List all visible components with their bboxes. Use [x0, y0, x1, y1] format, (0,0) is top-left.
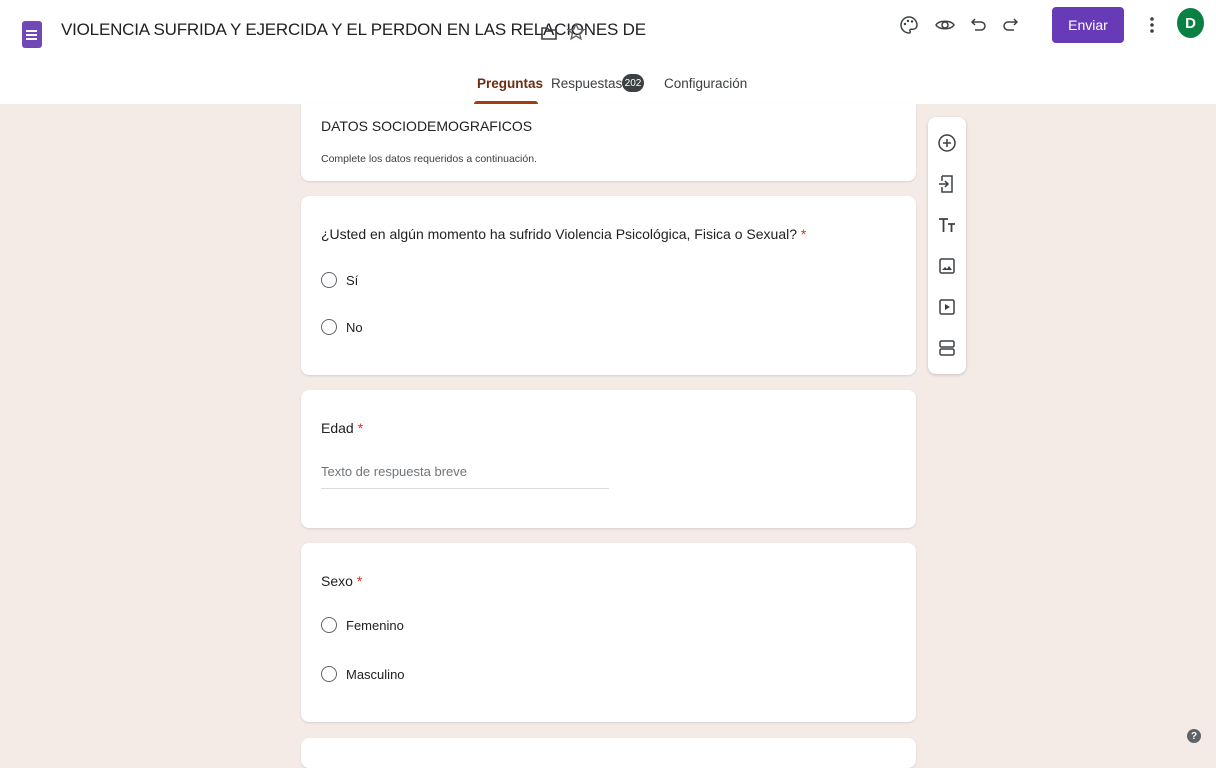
add-question-icon[interactable]	[936, 132, 958, 154]
question-text: ¿Usted en algún momento ha sufrido Viole…	[321, 226, 797, 242]
form-title[interactable]: VIOLENCIA SUFRIDA Y EJERCIDA Y EL PERDON…	[61, 20, 646, 40]
option-si[interactable]: Sí	[321, 272, 358, 288]
option-label: Femenino	[346, 617, 404, 633]
option-label: Masculino	[346, 666, 405, 682]
radio-button[interactable]	[321, 272, 337, 288]
option-femenino[interactable]: Femenino	[321, 617, 404, 633]
add-section-icon[interactable]	[936, 337, 958, 359]
add-image-icon[interactable]	[936, 255, 958, 277]
question-title: ¿Usted en algún momento ha sufrido Viole…	[321, 226, 806, 242]
import-questions-icon[interactable]	[936, 173, 958, 195]
palette-icon[interactable]	[898, 14, 920, 36]
option-no[interactable]: No	[321, 319, 363, 335]
option-masculino[interactable]: Masculino	[321, 666, 405, 682]
question-toolbar	[928, 117, 966, 374]
add-title-icon[interactable]	[936, 214, 958, 236]
question-card[interactable]: Edad * Texto de respuesta breve	[301, 390, 916, 528]
more-vert-icon[interactable]	[1146, 12, 1158, 38]
tab-settings[interactable]: Configuración	[664, 76, 747, 91]
add-video-icon[interactable]	[936, 296, 958, 318]
undo-icon[interactable]	[967, 14, 989, 36]
section-description: Complete los datos requeridos a continua…	[321, 153, 537, 165]
star-icon[interactable]	[566, 22, 586, 42]
question-card[interactable]: Sexo * Femenino Masculino	[301, 543, 916, 722]
section-title: DATOS SOCIODEMOGRAFICOS	[321, 118, 533, 134]
radio-button[interactable]	[321, 666, 337, 682]
question-card[interactable]: ¿Usted en algún momento ha sufrido Viole…	[301, 196, 916, 375]
tab-responses[interactable]: Respuestas	[551, 76, 622, 91]
folder-icon[interactable]	[540, 24, 558, 42]
radio-button[interactable]	[321, 617, 337, 633]
redo-icon[interactable]	[1000, 14, 1022, 36]
required-asterisk: *	[800, 226, 807, 242]
responses-count-badge: 202	[622, 74, 644, 92]
avatar[interactable]: D	[1177, 8, 1204, 38]
tab-bar: Preguntas Respuestas 202 Configuración	[0, 72, 1216, 104]
required-asterisk: *	[357, 420, 364, 436]
short-answer-field[interactable]: Texto de respuesta breve	[321, 464, 609, 489]
option-label: No	[346, 319, 363, 335]
question-card[interactable]	[301, 738, 916, 768]
tab-questions[interactable]: Preguntas	[477, 76, 543, 91]
question-text: Edad	[321, 420, 354, 436]
radio-button[interactable]	[321, 319, 337, 335]
question-title: Sexo *	[321, 573, 362, 589]
help-icon[interactable]: ?	[1187, 729, 1201, 743]
preview-eye-icon[interactable]	[934, 14, 956, 36]
forms-app-icon[interactable]	[22, 21, 42, 48]
option-label: Sí	[346, 272, 359, 288]
question-text: Sexo	[321, 573, 353, 589]
required-asterisk: *	[356, 573, 363, 589]
question-title: Edad *	[321, 420, 363, 436]
top-bar: VIOLENCIA SUFRIDA Y EJERCIDA Y EL PERDON…	[0, 0, 1216, 104]
section-header-card[interactable]: DATOS SOCIODEMOGRAFICOS Complete los dat…	[301, 104, 916, 181]
send-button[interactable]: Enviar	[1052, 7, 1124, 43]
